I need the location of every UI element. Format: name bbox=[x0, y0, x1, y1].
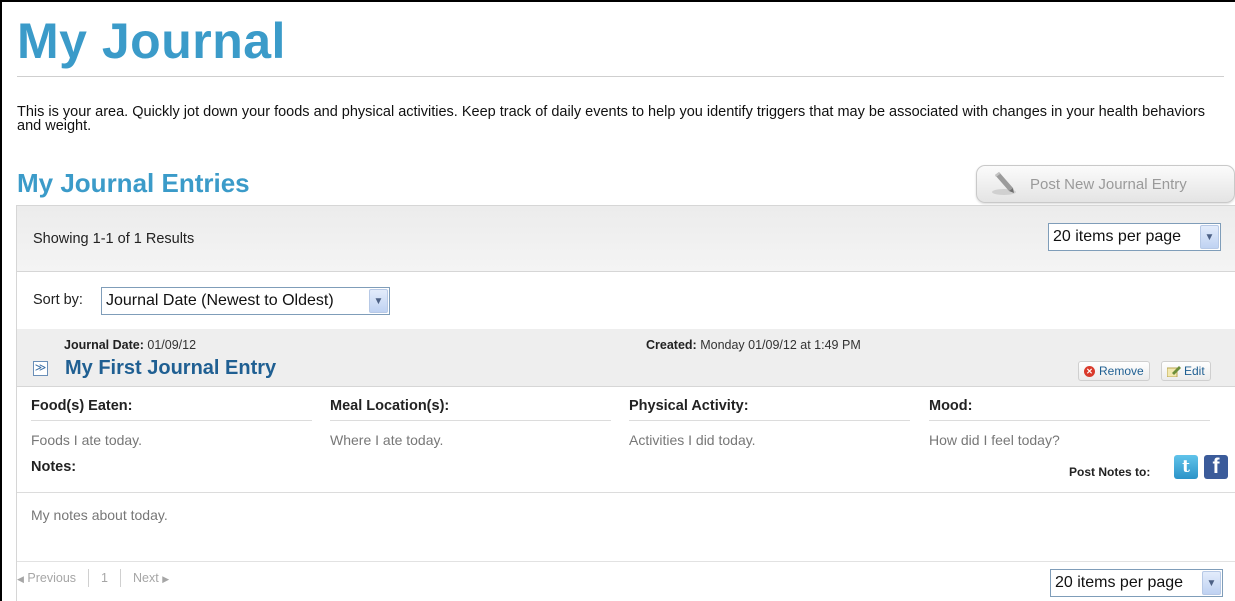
column-value-foods: Foods I ate today. bbox=[31, 432, 143, 448]
journal-date: Journal Date: 01/09/12 bbox=[64, 338, 196, 352]
chevron-down-icon: ▼ bbox=[369, 289, 388, 313]
facebook-icon[interactable]: f bbox=[1204, 455, 1228, 479]
post-new-entry-label: Post New Journal Entry bbox=[1030, 175, 1187, 193]
next-link[interactable]: Next ▶ bbox=[133, 571, 169, 585]
chevron-right-icon: ▶ bbox=[162, 574, 170, 584]
remove-label: Remove bbox=[1099, 364, 1144, 378]
notes-divider bbox=[17, 492, 1235, 493]
page-title: My Journal bbox=[17, 13, 286, 69]
created-label: Created: bbox=[646, 338, 697, 352]
column-divider bbox=[330, 420, 611, 421]
pager-separator bbox=[120, 569, 121, 587]
created-date: Created: Monday 01/09/12 at 1:49 PM bbox=[646, 338, 861, 352]
edit-button[interactable]: Edit bbox=[1161, 361, 1211, 381]
column-header-foods: Food(s) Eaten: bbox=[31, 398, 133, 414]
column-value-meal-location: Where I ate today. bbox=[330, 432, 444, 448]
pencil-icon bbox=[989, 171, 1019, 197]
notes-value: My notes about today. bbox=[31, 507, 168, 523]
title-divider bbox=[17, 76, 1224, 77]
pagination-divider bbox=[17, 561, 1235, 562]
entries-section-title: My Journal Entries bbox=[17, 168, 250, 198]
column-header-meal-location: Meal Location(s): bbox=[330, 398, 450, 414]
column-divider bbox=[629, 420, 910, 421]
column-divider bbox=[929, 420, 1210, 421]
chevron-left-icon: ◀ bbox=[17, 574, 24, 584]
chevron-down-icon: ▼ bbox=[1202, 571, 1221, 595]
collapse-toggle-icon[interactable]: ≫ bbox=[33, 361, 48, 376]
twitter-icon[interactable]: t bbox=[1174, 455, 1198, 479]
edit-icon bbox=[1166, 365, 1181, 377]
pagination: ◀ Previous 1 Next ▶ bbox=[17, 569, 169, 587]
sort-value: Journal Date (Newest to Oldest) bbox=[106, 292, 334, 309]
previous-label: Previous bbox=[27, 571, 77, 585]
column-header-physical-activity: Physical Activity: bbox=[629, 398, 749, 414]
sort-select[interactable]: Journal Date (Newest to Oldest) ▼ bbox=[101, 287, 390, 315]
next-label: Next bbox=[133, 571, 159, 585]
column-value-physical-activity: Activities I did today. bbox=[629, 432, 756, 448]
items-per-page-select-top[interactable]: 20 items per page ▼ bbox=[1048, 223, 1221, 251]
journal-date-label: Journal Date: bbox=[64, 338, 144, 352]
column-header-mood: Mood: bbox=[929, 398, 973, 414]
items-per-page-value-bottom: 20 items per page bbox=[1055, 574, 1184, 591]
results-count: Showing 1-1 of 1 Results bbox=[33, 231, 195, 247]
previous-link[interactable]: ◀ Previous bbox=[17, 571, 76, 585]
items-per-page-value-top: 20 items per page bbox=[1053, 228, 1182, 245]
post-notes-label: Post Notes to: bbox=[1069, 465, 1151, 479]
remove-button[interactable]: ✕ Remove bbox=[1078, 361, 1150, 381]
page-number[interactable]: 1 bbox=[101, 571, 108, 585]
column-divider bbox=[31, 420, 312, 421]
sort-label: Sort by: bbox=[33, 292, 83, 308]
journal-date-value: 01/09/12 bbox=[147, 338, 197, 352]
entry-title[interactable]: My First Journal Entry bbox=[65, 357, 276, 380]
notes-label: Notes: bbox=[31, 459, 77, 475]
edit-label: Edit bbox=[1184, 364, 1205, 378]
items-per-page-select-bottom[interactable]: 20 items per page ▼ bbox=[1050, 569, 1223, 597]
chevron-down-icon: ▼ bbox=[1200, 225, 1219, 249]
post-new-entry-button[interactable]: Post New Journal Entry bbox=[976, 165, 1235, 203]
intro-text: This is your area. Quickly jot down your… bbox=[17, 104, 1206, 134]
created-value: Monday 01/09/12 at 1:49 PM bbox=[700, 338, 861, 352]
pager-separator bbox=[88, 569, 90, 587]
column-value-mood: How did I feel today? bbox=[929, 432, 1060, 448]
remove-icon: ✕ bbox=[1084, 365, 1095, 377]
